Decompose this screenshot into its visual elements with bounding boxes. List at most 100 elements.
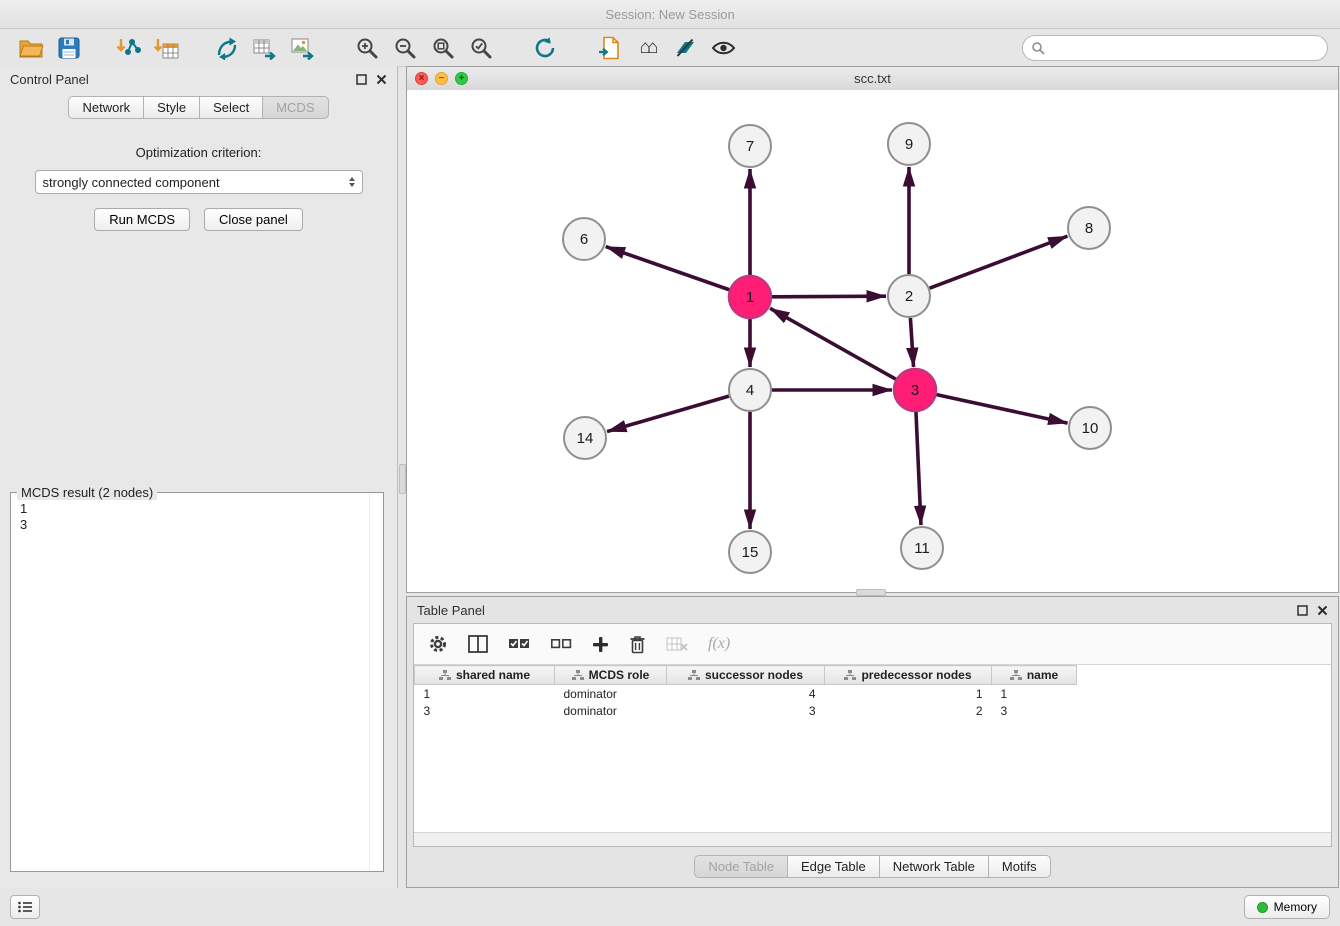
refresh-view-button[interactable] bbox=[526, 32, 564, 64]
graph-node-label: 4 bbox=[746, 382, 754, 399]
tab-motifs[interactable]: Motifs bbox=[988, 855, 1051, 878]
graph-node-10[interactable]: 10 bbox=[1069, 407, 1111, 449]
export-table-button[interactable] bbox=[246, 32, 284, 64]
tab-network-table[interactable]: Network Table bbox=[879, 855, 988, 878]
eye-icon bbox=[711, 37, 736, 59]
minimize-window-icon[interactable] bbox=[435, 72, 448, 85]
show-hide-button[interactable] bbox=[704, 32, 742, 64]
mcds-panel-body: Optimization criterion: strongly connect… bbox=[0, 119, 397, 231]
graph-node-14[interactable]: 14 bbox=[564, 417, 606, 459]
zoom-in-button[interactable] bbox=[348, 32, 386, 64]
zoom-fit-button[interactable] bbox=[424, 32, 462, 64]
home-button[interactable]: ⌂⌂ bbox=[628, 32, 666, 64]
add-column-button[interactable] bbox=[592, 636, 609, 653]
mcds-result-title: MCDS result (2 nodes) bbox=[17, 485, 157, 500]
run-mcds-button[interactable]: Run MCDS bbox=[94, 208, 190, 231]
graph-node-7[interactable]: 7 bbox=[729, 125, 771, 167]
edge-1-6[interactable] bbox=[606, 247, 730, 290]
function-builder-label-disabled: f(x) bbox=[708, 635, 730, 653]
export-image-button[interactable] bbox=[284, 32, 322, 64]
delete-column-button[interactable] bbox=[629, 635, 646, 654]
search-field[interactable] bbox=[1022, 35, 1328, 61]
import-table-icon bbox=[154, 36, 180, 60]
style-paint-button[interactable] bbox=[666, 32, 704, 64]
tab-edge-table[interactable]: Edge Table bbox=[787, 855, 879, 878]
column-header-name[interactable]: name bbox=[992, 666, 1077, 685]
save-icon bbox=[58, 37, 80, 59]
float-panel-icon[interactable] bbox=[356, 74, 367, 85]
close-panel-button[interactable]: Close panel bbox=[204, 208, 303, 231]
tab-select[interactable]: Select bbox=[199, 96, 262, 119]
edge-2-8[interactable] bbox=[930, 236, 1068, 288]
window-titlebar[interactable]: Session: New Session bbox=[0, 0, 1340, 29]
zoom-out-button[interactable] bbox=[386, 32, 424, 64]
window-title: Session: New Session bbox=[605, 7, 734, 22]
network-graph[interactable]: 7 9 6 8 1 2 4 3 14 10 15 11 bbox=[407, 90, 1338, 592]
edge-4-14[interactable] bbox=[607, 396, 729, 431]
network-window-titlebar[interactable]: scc.txt bbox=[407, 67, 1338, 91]
table-panel-title: Table Panel bbox=[417, 603, 485, 618]
network-canvas[interactable]: 7 9 6 8 1 2 4 3 14 10 15 11 bbox=[407, 90, 1338, 592]
checked-boxes-icon bbox=[508, 637, 530, 651]
table-settings-button[interactable] bbox=[428, 634, 448, 654]
column-type-icon bbox=[439, 670, 451, 681]
tab-mcds[interactable]: MCDS bbox=[262, 96, 328, 119]
edge-1-2[interactable] bbox=[772, 296, 886, 297]
column-type-icon bbox=[572, 670, 584, 681]
close-window-icon[interactable] bbox=[415, 72, 428, 85]
horizontal-splitter-handle[interactable] bbox=[856, 589, 886, 596]
deselect-all-columns-button[interactable] bbox=[550, 637, 572, 651]
zoom-selected-button[interactable] bbox=[462, 32, 500, 64]
graph-node-2[interactable]: 2 bbox=[888, 275, 930, 317]
graph-node-9[interactable]: 9 bbox=[888, 123, 930, 165]
clone-network-button[interactable] bbox=[590, 32, 628, 64]
graph-node-6[interactable]: 6 bbox=[563, 218, 605, 260]
graph-node-label: 11 bbox=[914, 540, 930, 557]
delete-table-icon bbox=[666, 636, 688, 652]
table-row[interactable]: 3 dominator 3 2 3 bbox=[415, 702, 1077, 719]
vertical-splitter-handle[interactable] bbox=[399, 464, 406, 494]
delete-table-button-disabled bbox=[666, 636, 688, 652]
edge-3-10[interactable] bbox=[936, 395, 1067, 423]
column-header-predecessor-nodes[interactable]: predecessor nodes bbox=[825, 666, 992, 685]
graph-node-3[interactable]: 3 bbox=[894, 369, 936, 411]
graph-node-15[interactable]: 15 bbox=[729, 531, 771, 573]
graph-node-1[interactable]: 1 bbox=[729, 276, 771, 318]
edge-3-11[interactable] bbox=[916, 412, 921, 525]
import-network-button[interactable] bbox=[110, 32, 148, 64]
column-header-mcds-role[interactable]: MCDS role bbox=[555, 666, 667, 685]
float-panel-icon[interactable] bbox=[1297, 605, 1308, 616]
table-panel: Table Panel bbox=[406, 596, 1339, 888]
column-header-shared-name[interactable]: shared name bbox=[415, 666, 555, 685]
tab-network[interactable]: Network bbox=[68, 96, 143, 119]
network-window: scc.txt 7 9 6 8 1 2 4 3 14 10 15 11 bbox=[406, 66, 1339, 593]
dropdown-stepper-icon bbox=[349, 177, 355, 187]
column-header-successor-nodes[interactable]: successor nodes bbox=[667, 666, 825, 685]
close-panel-icon[interactable] bbox=[1317, 605, 1328, 616]
edge-2-3[interactable] bbox=[910, 318, 913, 367]
export-network-button[interactable] bbox=[208, 32, 246, 64]
task-history-button[interactable] bbox=[10, 895, 40, 919]
show-columns-button[interactable] bbox=[468, 635, 488, 653]
graph-node-8[interactable]: 8 bbox=[1068, 207, 1110, 249]
table-row[interactable]: 1 dominator 4 1 1 bbox=[415, 685, 1077, 703]
search-input[interactable] bbox=[1050, 39, 1319, 56]
optimization-criterion-dropdown[interactable]: strongly connected component bbox=[35, 170, 363, 194]
open-session-button[interactable] bbox=[12, 32, 50, 64]
memory-button[interactable]: Memory bbox=[1244, 895, 1330, 919]
import-table-button[interactable] bbox=[148, 32, 186, 64]
table-horizontal-scrollbar[interactable] bbox=[414, 832, 1331, 846]
zoom-fit-icon bbox=[431, 36, 455, 60]
graph-node-11[interactable]: 11 bbox=[901, 527, 943, 569]
close-panel-icon[interactable] bbox=[376, 74, 387, 85]
graph-node-label: 15 bbox=[742, 544, 759, 561]
zoom-window-icon[interactable] bbox=[455, 72, 468, 85]
tab-style[interactable]: Style bbox=[143, 96, 199, 119]
graph-node-label: 1 bbox=[746, 289, 754, 306]
edge-3-1[interactable] bbox=[770, 308, 896, 379]
select-all-columns-button[interactable] bbox=[508, 637, 530, 651]
graph-node-4[interactable]: 4 bbox=[729, 369, 771, 411]
tab-node-table[interactable]: Node Table bbox=[694, 855, 787, 878]
result-scrollbar-track[interactable] bbox=[369, 494, 370, 870]
save-session-button[interactable] bbox=[50, 32, 88, 64]
